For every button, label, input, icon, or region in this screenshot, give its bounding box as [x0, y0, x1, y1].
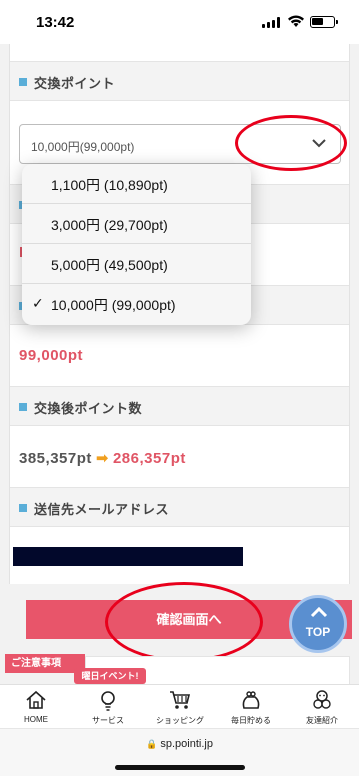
status-time: 13:42	[36, 14, 75, 31]
home-icon	[26, 690, 46, 709]
option-label: 1,100円 (10,890pt)	[51, 177, 168, 193]
section-label: 送信先メールアドレス	[34, 502, 170, 517]
nav-label: ショッピング	[156, 716, 204, 725]
bottom-nav: HOME サービス ショッピング 毎日貯める 友達紹介	[0, 684, 359, 728]
notice-label: ご注意事項	[5, 654, 85, 673]
option-label: 10,000円 (99,000pt)	[51, 297, 176, 313]
nav-item-shopping[interactable]: ショッピング	[150, 685, 210, 729]
page-content: 交換ポイント 10,000円(99,000pt) 99,000pt 交換後ポイン…	[0, 44, 359, 684]
points-after: 286,357pt	[112, 450, 186, 467]
chevron-up-icon	[310, 606, 328, 618]
nav-item-home[interactable]: HOME	[6, 685, 66, 729]
option-label: 3,000円 (29,700pt)	[51, 217, 168, 233]
nav-label: 毎日貯める	[231, 716, 271, 725]
redacted-email	[13, 547, 243, 566]
section-marker-icon	[19, 78, 27, 86]
wifi-icon	[288, 15, 304, 27]
lock-icon: 🔒	[146, 739, 158, 749]
nav-label: 友達紹介	[306, 716, 338, 725]
top-label: TOP	[305, 625, 331, 639]
annotation-ellipse	[235, 115, 347, 171]
address-text: 🔒 sp.pointi.jp	[0, 738, 359, 750]
section-header-email: 送信先メールアドレス	[10, 487, 349, 527]
friends-icon	[313, 690, 331, 709]
nav-item-daily[interactable]: 毎日貯める	[221, 685, 281, 729]
annotation-ellipse	[105, 582, 263, 662]
nav-item-friends[interactable]: 友達紹介	[292, 685, 352, 729]
lightbulb-icon	[101, 691, 115, 711]
cart-icon	[170, 691, 191, 709]
points-before: 385,357pt	[19, 450, 92, 467]
nav-label: サービス	[92, 716, 124, 725]
browser-address-bar[interactable]: 🔒 sp.pointi.jp	[0, 728, 359, 776]
select-value: 10,000円(99,000pt)	[31, 140, 135, 154]
arrow-right-icon: ➡	[95, 450, 109, 467]
points-after-row: 385,357pt ➡ 286,357pt	[19, 449, 186, 467]
nav-item-service[interactable]: サービス	[78, 685, 138, 729]
points-used-value: 99,000pt	[19, 347, 84, 364]
section-header-exchange-points: 交換ポイント	[10, 61, 349, 101]
scroll-to-top-button[interactable]: TOP	[289, 595, 347, 653]
exchange-points-dropdown: 1,100円 (10,890pt) 3,000円 (29,700pt) 5,00…	[22, 164, 251, 325]
section-header-points-after: 交換後ポイント数	[10, 386, 349, 426]
dropdown-option-selected[interactable]: ✓ 10,000円 (99,000pt)	[22, 284, 251, 324]
home-indicator	[115, 765, 245, 770]
checkmark-icon: ✓	[32, 295, 44, 311]
dropdown-option[interactable]: 3,000円 (29,700pt)	[22, 204, 251, 244]
nav-label: HOME	[24, 715, 48, 724]
dropdown-option[interactable]: 5,000円 (49,500pt)	[22, 244, 251, 284]
battery-icon	[310, 16, 338, 28]
status-bar: 13:42	[0, 0, 359, 44]
dropdown-option[interactable]: 1,100円 (10,890pt)	[22, 164, 251, 204]
section-label: 交換後ポイント数	[34, 401, 143, 416]
section-marker-icon	[19, 504, 27, 512]
cellular-signal-icon	[262, 17, 282, 28]
section-marker-icon	[19, 403, 27, 411]
purse-icon	[242, 691, 260, 709]
event-tag[interactable]: 曜日イベント!	[74, 668, 146, 684]
section-label: 交換ポイント	[34, 76, 116, 91]
option-label: 5,000円 (49,500pt)	[51, 257, 168, 273]
url-text: sp.pointi.jp	[160, 738, 213, 750]
